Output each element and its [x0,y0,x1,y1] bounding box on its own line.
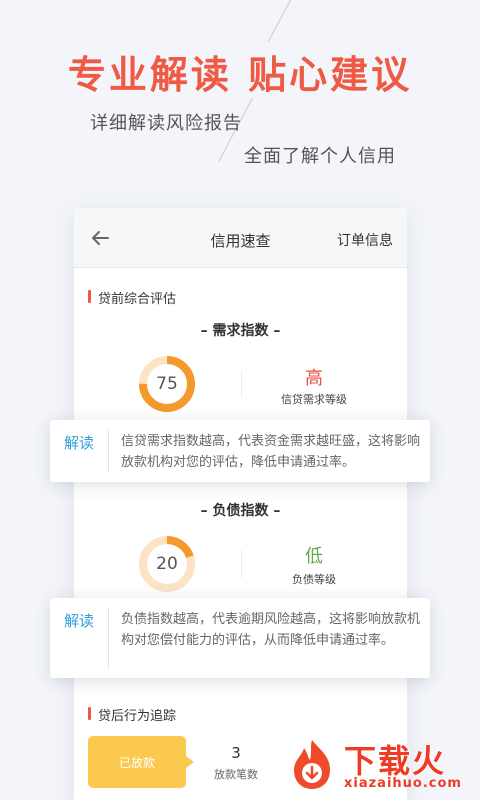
debt-index-title: – 负债指数 – [200,503,281,519]
promo-subtitle-1: 详细解读风险报告 [90,113,242,134]
phone-screen-card: 信用速查 订单信息 贷前综合评估 – 需求指数 – 75 高 信贷需求等级 – … [74,208,407,800]
loaned-status-button[interactable]: 已放款 [88,736,194,788]
section-title-post-loan: 贷后行为追踪 [88,705,176,724]
demand-level: 高 [305,368,323,389]
decorative-line [267,0,291,43]
explain-tag: 解读 [63,434,94,452]
section-title-pre-loan: 贷前综合评估 [88,288,176,307]
order-info-link[interactable]: 订单信息 [337,230,393,250]
debt-level: 低 [305,546,323,567]
divider [241,550,242,578]
watermark-url: xiazaihuo.com [344,776,462,791]
debt-explain-text: 负债指数越高，代表逾期风险越高，这将影响放款机构对您偿付能力的评估，从而降低申请… [121,612,421,648]
demand-score-value: 75 [156,374,178,394]
loan-count-caption: 放款笔数 [214,768,258,781]
divider [241,370,242,398]
navbar: 信用速查 订单信息 [74,208,407,268]
watermark: 下载火 xiazaihuo.com [284,736,474,796]
debt-explain-card: 解读 负债指数越高，代表逾期风险越高，这将影响放款机构对您偿付能力的评估，从而降… [50,598,430,678]
flame-logo-icon [294,740,330,789]
promo-subtitle-2: 全面了解个人信用 [244,146,396,167]
debt-level-caption: 负债等级 [292,573,336,586]
divider [108,608,109,668]
loan-count-value: 3 [231,744,241,762]
debt-score-value: 20 [156,554,178,574]
demand-explain-text: 信贷需求指数越高，代表资金需求越旺盛，这将影响放款机构对您的评估，降低申请通过率… [121,434,421,470]
divider [108,430,109,472]
debt-score-ring: 20 [136,533,198,595]
demand-score-ring: 75 [136,353,198,415]
demand-index-title: – 需求指数 – [200,323,281,339]
demand-level-caption: 信贷需求等级 [281,393,347,406]
demand-explain-card: 解读 信贷需求指数越高，代表资金需求越旺盛，这将影响放款机构对您的评估，降低申请… [50,420,430,482]
explain-tag: 解读 [63,612,94,630]
promo-headline: 专业解读 贴心建议 [67,53,413,97]
